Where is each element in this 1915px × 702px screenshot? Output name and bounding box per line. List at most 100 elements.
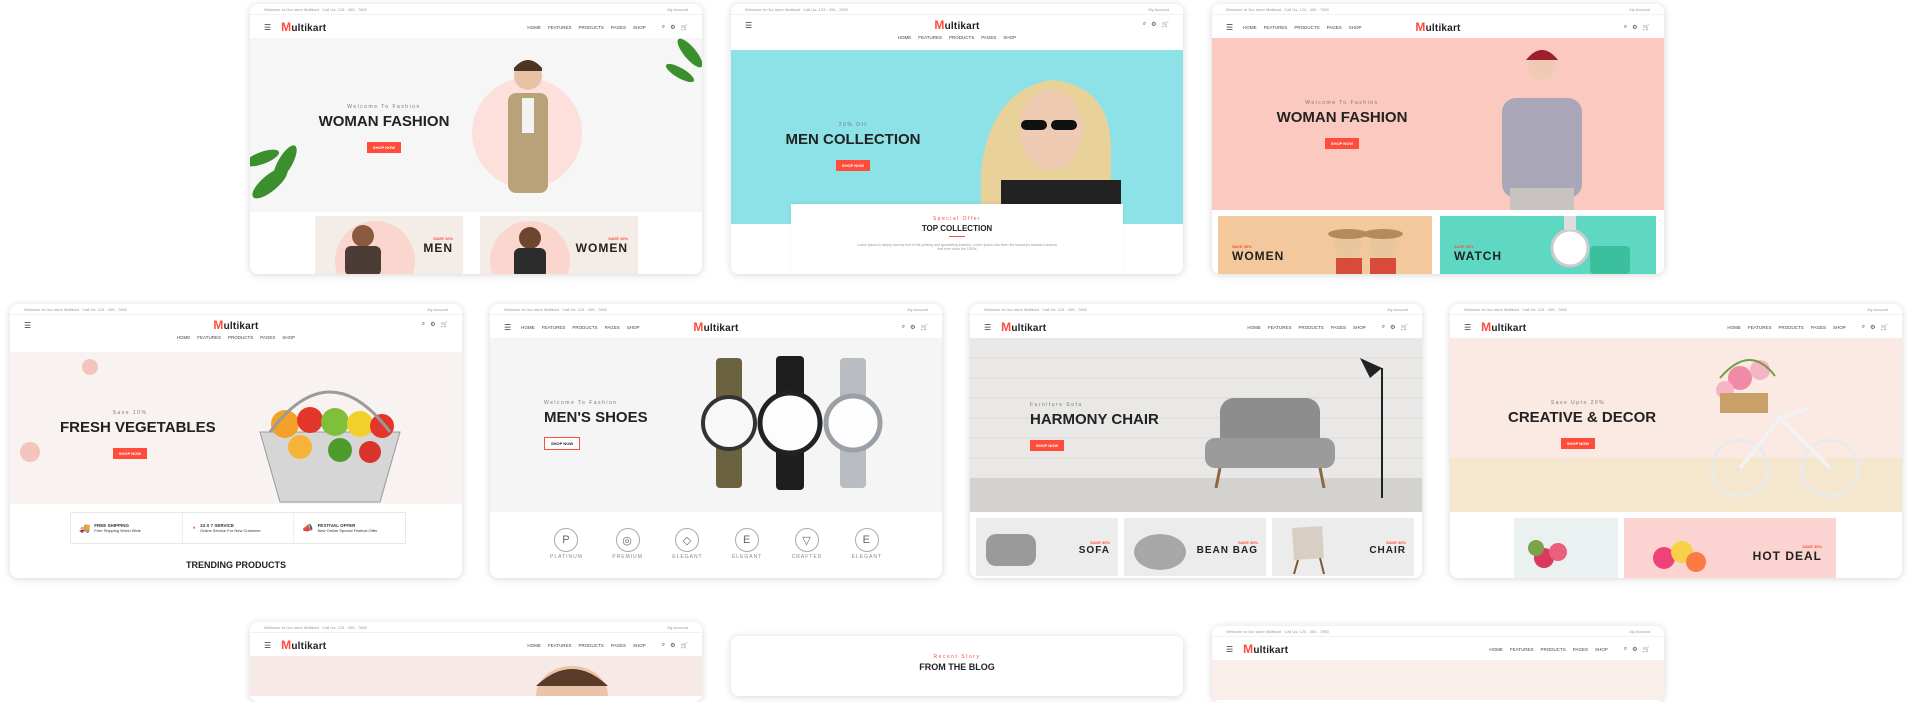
demo-fashion-3[interactable]: Welcome to Our store Multikart Call Us: … xyxy=(1212,4,1664,274)
demo-shoes[interactable]: Welcome to Our store Multikart Call Us: … xyxy=(490,304,942,578)
demo-blog[interactable]: Recent Story FROM THE BLOG xyxy=(731,636,1183,696)
logo[interactable]: Multikart xyxy=(1481,320,1526,334)
nav-products[interactable]: PRODUCTS xyxy=(579,25,604,30)
brand-logo[interactable]: E ELEGANT xyxy=(732,528,762,560)
nav-products[interactable]: Products xyxy=(572,325,597,330)
menu-icon[interactable]: ☰ xyxy=(504,323,511,332)
demo-bicycle[interactable]: Welcome to Our store Multikart Call Us: … xyxy=(1212,626,1664,702)
logo[interactable]: Multikart xyxy=(1415,20,1460,34)
cart-icon[interactable]: 🛒 xyxy=(681,24,688,31)
banner-watch[interactable]: SAVE 30% WATCH xyxy=(1440,216,1656,274)
nav-shop[interactable]: SHOP xyxy=(633,25,646,30)
cart-icon[interactable]: 🛒 xyxy=(1643,24,1650,31)
shop-now-button[interactable]: SHOP NOW xyxy=(112,448,148,459)
nav-pages[interactable]: PAGES xyxy=(611,643,626,648)
search-icon[interactable]: ⌕ xyxy=(1624,24,1627,31)
nav-shop[interactable]: Shop xyxy=(1349,25,1362,30)
nav-features[interactable]: Features xyxy=(1264,25,1288,30)
settings-icon[interactable]: ⚙ xyxy=(910,324,915,331)
banner-men[interactable]: SAVE 10% MEN xyxy=(315,216,463,274)
logo[interactable]: Multikart xyxy=(281,638,326,652)
banner-chair[interactable]: SAVE 30% CHAIR xyxy=(1272,518,1414,576)
nav-products[interactable]: PRODUCTS xyxy=(1541,647,1566,652)
account-link[interactable]: My Account xyxy=(1867,307,1888,312)
nav-home[interactable]: HOME xyxy=(1727,325,1741,330)
menu-icon[interactable]: ☰ xyxy=(1464,323,1471,332)
brand-logo[interactable]: ▽ CRAFTED xyxy=(792,528,823,560)
nav-shop[interactable]: SHOP xyxy=(1003,35,1016,40)
search-icon[interactable]: ⌕ xyxy=(1862,324,1865,331)
nav-home[interactable]: HOME xyxy=(1247,325,1261,330)
logo[interactable]: Multikart xyxy=(1001,320,1046,334)
logo[interactable]: Multikart xyxy=(1243,642,1288,656)
nav-shop[interactable]: SHOP xyxy=(1353,325,1366,330)
account-link[interactable]: My Account xyxy=(427,307,448,312)
account-link[interactable]: My Account xyxy=(1387,307,1408,312)
banner-women[interactable]: SAVE 10% WOMEN xyxy=(480,216,638,274)
search-icon[interactable]: ⌕ xyxy=(1382,324,1385,331)
logo[interactable]: Multikart xyxy=(213,318,258,332)
nav-pages[interactable]: PAGES xyxy=(1573,647,1588,652)
nav-home[interactable]: HOME xyxy=(1489,647,1503,652)
nav-home[interactable]: Home xyxy=(521,325,535,330)
settings-icon[interactable]: ⚙ xyxy=(430,321,435,328)
cart-icon[interactable]: 🛒 xyxy=(1162,21,1169,28)
search-icon[interactable]: ⌕ xyxy=(1143,21,1146,28)
nav-home[interactable]: HOME xyxy=(527,25,541,30)
demo-fashion-1[interactable]: Welcome to Our store Multikart Call Us: … xyxy=(250,4,702,274)
account-link[interactable]: My Account xyxy=(1148,7,1169,12)
demo-fashion-2[interactable]: Welcome to Our store Multikart Call Us: … xyxy=(731,4,1183,274)
demo-flower[interactable]: Welcome to Our store Multikart Call Us: … xyxy=(1450,304,1902,578)
nav-features[interactable]: FEATURES xyxy=(197,335,221,340)
nav-pages[interactable]: Pages xyxy=(1327,25,1342,30)
settings-icon[interactable]: ⚙ xyxy=(1151,21,1156,28)
shop-now-button[interactable]: SHOP NOW xyxy=(544,437,581,450)
nav-products[interactable]: Products xyxy=(1294,25,1319,30)
account-link[interactable]: My Account xyxy=(1629,629,1650,634)
brand-logo[interactable]: ◇ ELEGANT xyxy=(672,528,702,560)
banner-sofa[interactable]: SAVE 30% SOFA xyxy=(976,518,1118,576)
banner-flowers[interactable] xyxy=(1514,518,1618,578)
shop-now-button[interactable]: SHOP NOW xyxy=(835,160,871,171)
menu-icon[interactable]: ☰ xyxy=(264,23,271,32)
search-icon[interactable]: ⌕ xyxy=(662,642,665,649)
nav-pages[interactable]: PAGES xyxy=(1811,325,1826,330)
menu-icon[interactable]: ☰ xyxy=(24,321,31,330)
nav-features[interactable]: FEATURES xyxy=(918,35,942,40)
search-icon[interactable]: ⌕ xyxy=(422,321,425,328)
nav-features[interactable]: FEATURES xyxy=(1510,647,1534,652)
nav-features[interactable]: FEATURES xyxy=(1268,325,1292,330)
menu-icon[interactable]: ☰ xyxy=(745,21,752,30)
cart-icon[interactable]: 🛒 xyxy=(681,642,688,649)
account-link[interactable]: My Account xyxy=(667,7,688,12)
settings-icon[interactable]: ⚙ xyxy=(1632,646,1637,653)
logo[interactable]: Multikart xyxy=(281,20,326,34)
shop-now-button[interactable]: SHOP NOW xyxy=(366,142,402,153)
cart-icon[interactable]: 🛒 xyxy=(1401,324,1408,331)
account-link[interactable]: My Account xyxy=(667,625,688,630)
nav-products[interactable]: PRODUCTS xyxy=(949,35,974,40)
logo[interactable]: Multikart xyxy=(693,320,738,334)
nav-home[interactable]: Home xyxy=(1243,25,1257,30)
nav-pages[interactable]: Pages xyxy=(605,325,620,330)
nav-pages[interactable]: PAGES xyxy=(611,25,626,30)
brand-logo[interactable]: P PLATINUM xyxy=(550,528,583,560)
nav-pages[interactable]: PAGES xyxy=(1331,325,1346,330)
settings-icon[interactable]: ⚙ xyxy=(1390,324,1395,331)
nav-features[interactable]: Features xyxy=(542,325,566,330)
nav-home[interactable]: HOME xyxy=(898,35,912,40)
settings-icon[interactable]: ⚙ xyxy=(670,642,675,649)
logo[interactable]: Multikart xyxy=(934,18,979,32)
demo-vegetables[interactable]: Welcome to Our store Multikart Call Us: … xyxy=(10,304,462,578)
nav-pages[interactable]: PAGES xyxy=(981,35,996,40)
menu-icon[interactable]: ☰ xyxy=(1226,23,1233,32)
banner-bean-bag[interactable]: SAVE 30% BEAN BAG xyxy=(1124,518,1266,576)
nav-shop[interactable]: Shop xyxy=(627,325,640,330)
menu-icon[interactable]: ☰ xyxy=(264,641,271,650)
search-icon[interactable]: ⌕ xyxy=(662,24,665,31)
nav-shop[interactable]: SHOP xyxy=(1833,325,1846,330)
nav-home[interactable]: HOME xyxy=(177,335,191,340)
menu-icon[interactable]: ☰ xyxy=(984,323,991,332)
cart-icon[interactable]: 🛒 xyxy=(441,321,448,328)
shop-now-button[interactable]: SHOP NOW xyxy=(1560,438,1596,449)
